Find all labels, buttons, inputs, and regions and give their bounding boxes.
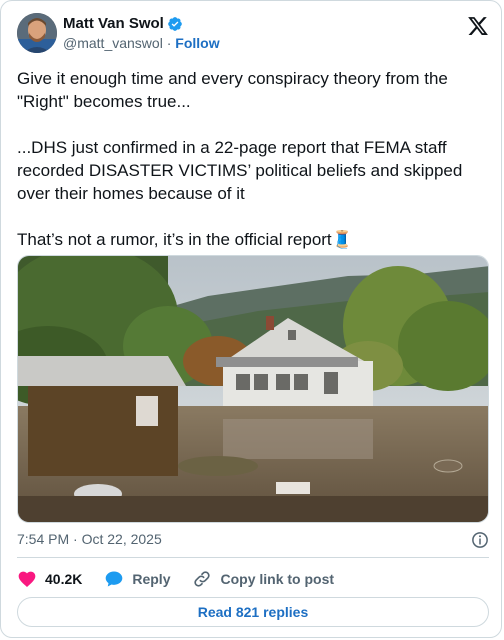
tweet-actions: 40.2K Reply Copy link to post <box>17 567 356 591</box>
author-handle[interactable]: @matt_vanswol <box>63 35 163 51</box>
link-icon <box>194 571 211 587</box>
tweet-paragraph: ...DHS just confirmed in a 22-page repor… <box>17 138 463 203</box>
copy-link-label: Copy link to post <box>220 571 335 587</box>
tweet-time: 7:54 PM <box>17 531 70 547</box>
reply-button[interactable]: Reply <box>104 569 170 589</box>
timestamp-separator: · <box>73 531 78 547</box>
read-replies-label: Read 821 replies <box>197 604 309 620</box>
tweet-text: Give it enough time and every conspiracy… <box>17 67 491 251</box>
tweet-header: Matt Van Swol @matt_vanswol · Follow <box>17 13 489 57</box>
tweet-paragraph-last: That’s not a rumor, it’s in the official… <box>17 228 491 251</box>
avatar[interactable] <box>17 13 57 53</box>
like-count: 40.2K <box>45 571 83 587</box>
tweet-photo[interactable] <box>17 255 489 523</box>
tweet-date: Oct 22, 2025 <box>81 531 162 547</box>
handle-separator: · <box>166 35 172 51</box>
x-logo-icon[interactable] <box>467 15 489 37</box>
info-icon[interactable] <box>471 531 489 549</box>
read-replies-button[interactable]: Read 821 replies <box>17 597 489 627</box>
author-name[interactable]: Matt Van Swol <box>63 15 164 32</box>
tweet-paragraph: Give it enough time and every conspiracy… <box>17 69 448 111</box>
flooded-house-photo <box>18 256 488 522</box>
reply-label: Reply <box>132 571 171 587</box>
tweet-timestamp[interactable]: 7:54 PM · Oct 22, 2025 <box>17 531 162 547</box>
thread-emoji: 🧵 <box>331 230 353 249</box>
verified-badge-icon <box>168 16 182 31</box>
copy-link-button[interactable]: Copy link to post <box>192 569 334 589</box>
heart-icon <box>18 571 36 587</box>
author-name-line: Matt Van Swol <box>63 15 183 32</box>
tweet-paragraph-text: That’s not a rumor, it’s in the official… <box>17 230 332 249</box>
author-handle-line: @matt_vanswol · Follow <box>63 35 220 51</box>
reply-bubble-icon <box>106 571 123 587</box>
like-button[interactable]: 40.2K <box>17 569 82 589</box>
tweet-card: Matt Van Swol @matt_vanswol · Follow Giv… <box>0 0 502 638</box>
divider <box>17 557 489 558</box>
follow-button[interactable]: Follow <box>175 35 219 51</box>
